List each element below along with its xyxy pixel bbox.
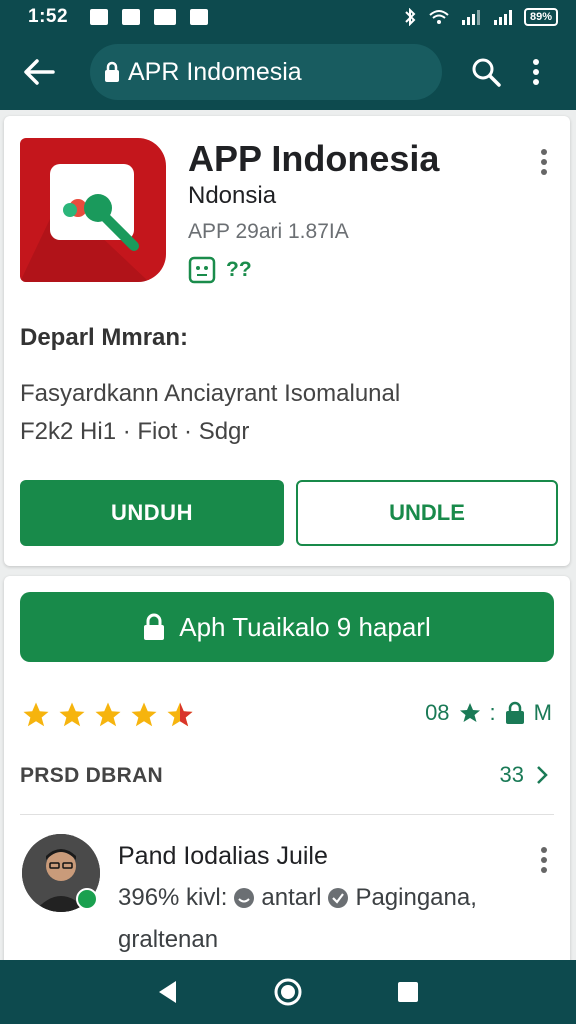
emoji-icon — [234, 888, 255, 908]
nav-back-icon[interactable] — [156, 979, 180, 1005]
install-button[interactable]: Aph Tuaikalo 9 haparl — [20, 592, 554, 662]
search-icon — [472, 58, 501, 87]
reviews-label: PRSD DBRAN — [20, 764, 164, 787]
wifi-icon — [429, 10, 449, 24]
description-line: F2k2 Hi1 · Fiot · Sdgr — [20, 418, 250, 445]
nav-recents-icon[interactable] — [396, 980, 420, 1004]
badge-text: ?? — [226, 258, 252, 281]
stat-value: 08 — [425, 700, 450, 725]
divider — [20, 814, 554, 815]
more-vert-icon — [533, 59, 539, 85]
review-meta-line2: graltenan — [118, 926, 219, 953]
search-button[interactable] — [468, 54, 504, 90]
system-navigation-bar — [0, 960, 576, 1024]
stats-row: 08 : M — [425, 700, 552, 726]
star-icon — [59, 702, 85, 727]
rating-badge-icon — [188, 256, 216, 284]
notification-icon — [154, 9, 177, 25]
description-line: Fasyardkann Anciayrant Isomalunal — [20, 380, 401, 407]
more-vert-icon[interactable] — [538, 844, 550, 876]
address-text: APR Indomesia — [128, 57, 302, 86]
lock-icon — [505, 701, 524, 724]
app-developer[interactable]: Ndonsia — [188, 182, 276, 210]
review-meta-mid: antarl — [261, 884, 322, 911]
system-icons: 89% — [402, 8, 558, 26]
browser-toolbar: APR Indomesia — [0, 34, 576, 110]
nav-home-icon[interactable] — [273, 977, 303, 1007]
status-time: 1:52 — [28, 6, 69, 27]
verified-check-icon — [328, 888, 349, 908]
back-arrow-icon — [24, 59, 55, 85]
app-icon — [20, 138, 166, 282]
signal-icon — [493, 10, 512, 25]
star-icon — [23, 702, 49, 727]
section-title: Deparl Mmran: — [20, 324, 189, 351]
status-bar: 1:52 89% — [0, 0, 576, 34]
address-bar[interactable]: APR Indomesia — [90, 44, 442, 100]
more-vert-icon[interactable] — [538, 146, 550, 178]
battery-indicator: 89% — [523, 8, 558, 26]
secondary-button[interactable]: UNDLE — [296, 480, 558, 546]
signal-icon — [461, 10, 480, 25]
notification-icon — [122, 9, 141, 25]
verified-badge — [76, 888, 98, 910]
app-title: APP Indonesia — [188, 138, 440, 179]
star-icon — [131, 702, 157, 727]
download-button[interactable]: UNDUH — [20, 480, 284, 546]
reviews-count: 33 — [499, 762, 524, 787]
app-logo-icon — [20, 164, 166, 282]
reviewer-name: Pand Iodalias Juile — [118, 842, 328, 870]
rating-stars — [20, 700, 196, 730]
star-icon — [95, 702, 121, 727]
review-meta-suffix: Pagingana, — [355, 884, 477, 911]
chevron-right-icon — [537, 766, 548, 784]
notification-icon — [90, 9, 109, 25]
bluetooth-icon — [405, 8, 416, 26]
app-meta: APP 29ari 1.87IA — [188, 220, 349, 243]
star-icon — [459, 703, 480, 722]
install-button-label: Aph Tuaikalo 9 haparl — [179, 611, 431, 642]
review-meta: 396% kivl: antarl Pagingana, — [118, 884, 477, 912]
notification-icons — [90, 9, 209, 25]
lock-icon — [105, 61, 119, 82]
app-badge: ?? — [188, 256, 252, 284]
separator-dots: : — [489, 700, 496, 725]
details-card: Aph Tuaikalo 9 haparl 08 : M PRSD DBRAN … — [4, 576, 570, 966]
half-star-icon — [167, 702, 193, 727]
app-info-card: APP Indonesia Ndonsia APP 29ari 1.87IA ?… — [4, 116, 570, 566]
back-button[interactable] — [22, 55, 56, 89]
review-meta-prefix: 396% kivl: — [118, 884, 228, 911]
notification-icon — [190, 9, 209, 25]
overflow-menu-button[interactable] — [526, 54, 546, 90]
lock-icon — [144, 613, 165, 640]
stat-suffix: M — [533, 700, 552, 725]
reviews-link[interactable]: 33 — [500, 762, 548, 788]
